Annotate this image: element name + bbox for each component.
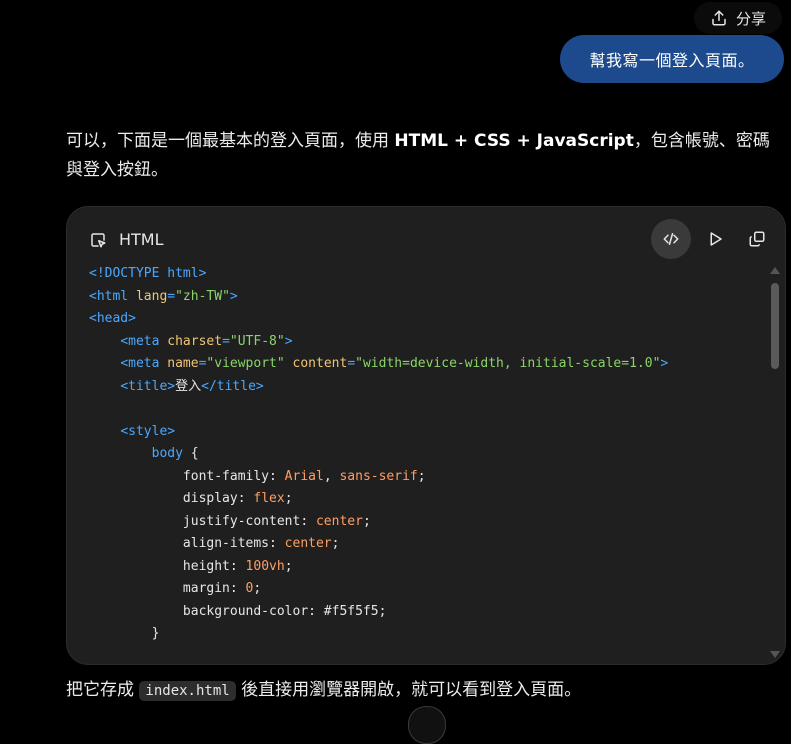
- code-token: background-color: #f5f5f5;: [89, 603, 387, 619]
- intro-text-bold: HTML + CSS + JavaScript: [394, 131, 634, 151]
- share-icon: [712, 10, 726, 26]
- code-token: >: [660, 356, 669, 371]
- share-button[interactable]: 分享: [694, 2, 782, 34]
- outro-text-start: 把它存成: [66, 680, 140, 700]
- code-token: margin:: [89, 581, 246, 596]
- code-token: <title>: [120, 378, 176, 394]
- code-token: =: [347, 356, 356, 371]
- user-message-text: 幫我寫一個登入頁面。: [589, 51, 755, 70]
- inline-code-filename: index.html: [139, 681, 236, 701]
- code-canvas-icon: [91, 233, 106, 248]
- code-token: ,: [323, 468, 340, 484]
- code-token: ;: [284, 558, 293, 574]
- code-token: 100vh: [245, 558, 285, 574]
- code-line: height: 100vh;: [89, 556, 757, 579]
- code-token: }: [89, 626, 160, 641]
- code-line: justify-content: center;: [89, 511, 757, 534]
- code-token: sans-serif: [339, 468, 418, 484]
- code-view-button[interactable]: [651, 219, 691, 259]
- copy-icon: [749, 231, 765, 247]
- code-token: "viewport": [206, 356, 285, 371]
- code-line: font-family: Arial, sans-serif;: [89, 466, 757, 489]
- code-language-label: HTML: [119, 230, 164, 249]
- code-token: Arial: [284, 468, 324, 484]
- code-token: font-family:: [89, 468, 285, 484]
- code-token: =: [222, 333, 230, 349]
- code-token: ;: [417, 468, 426, 484]
- code-line: }: [89, 623, 757, 646]
- code-token: charset: [167, 333, 223, 349]
- code-token: name: [167, 356, 199, 371]
- code-token: >: [229, 288, 238, 304]
- scroll-thumb[interactable]: [771, 283, 779, 369]
- code-line: <html lang="zh-TW">: [89, 286, 757, 309]
- code-block-header: HTML: [67, 217, 785, 261]
- assistant-outro-text: 把它存成 index.html 後直接用瀏覽器開啟，就可以看到登入頁面。: [66, 676, 781, 705]
- code-scrollbar[interactable]: [769, 267, 781, 658]
- scroll-to-bottom-button[interactable]: [408, 706, 446, 744]
- code-line: align-items: center;: [89, 533, 757, 556]
- code-line: margin: 0;: [89, 578, 757, 601]
- code-line: <head>: [89, 308, 757, 331]
- code-token: {: [182, 446, 199, 461]
- run-button[interactable]: [695, 219, 735, 259]
- code-token: align-items:: [89, 536, 285, 551]
- code-token: ;: [331, 536, 340, 551]
- code-token: ;: [362, 513, 371, 529]
- code-token: <meta: [120, 333, 168, 349]
- code-token: <html: [89, 288, 136, 304]
- code-token: body: [151, 446, 183, 461]
- code-token: "zh-TW": [175, 288, 230, 304]
- copy-button[interactable]: [737, 219, 777, 259]
- code-line: <title>登入</title>: [89, 376, 757, 399]
- code-token: >: [284, 333, 293, 349]
- code-token: lang: [135, 288, 168, 304]
- code-token: "width=device-width, initial-scale=1.0": [355, 356, 661, 371]
- code-token: "UTF-8": [229, 333, 285, 349]
- code-content[interactable]: <!DOCTYPE html> <html lang="zh-TW"> <head>…: [89, 263, 757, 664]
- code-token: =: [167, 288, 176, 304]
- code-line: display: flex;: [89, 488, 757, 511]
- code-token: center: [315, 513, 363, 529]
- code-token: ;: [284, 491, 293, 506]
- scroll-up-arrow-icon[interactable]: [770, 267, 780, 274]
- code-line: background-color: #f5f5f5;: [89, 601, 757, 624]
- code-token: height:: [89, 558, 246, 574]
- code-token: ;: [253, 581, 262, 596]
- code-line: <style>: [89, 421, 757, 444]
- code-token: </title>: [201, 378, 264, 394]
- code-token: flex: [253, 491, 285, 506]
- code-line: <!DOCTYPE html>: [89, 263, 757, 286]
- code-icon: [663, 233, 679, 245]
- code-token: justify-content:: [89, 513, 316, 529]
- code-line: <meta charset="UTF-8">: [89, 331, 757, 354]
- share-label: 分享: [735, 9, 766, 28]
- code-line: body {: [89, 443, 757, 466]
- scroll-down-arrow-icon[interactable]: [770, 651, 780, 658]
- code-token: content: [292, 356, 348, 371]
- code-token: <head>: [89, 311, 136, 326]
- code-line: <meta name="viewport" content="width=dev…: [89, 353, 757, 376]
- code-token: center: [284, 536, 332, 551]
- code-token: <meta: [120, 356, 168, 371]
- code-token: <style>: [120, 423, 176, 439]
- code-token: <!DOCTYPE html>: [89, 266, 207, 281]
- play-icon: [710, 232, 722, 246]
- code-token: display:: [89, 491, 254, 506]
- outro-text-end: 後直接用瀏覽器開啟，就可以看到登入頁面。: [235, 680, 582, 700]
- user-message-bubble: 幫我寫一個登入頁面。: [560, 35, 784, 83]
- code-block: HTML <!DOCTYPE html> <html lang="zh-TW"> <…: [66, 206, 786, 665]
- assistant-intro-text: 可以，下面是一個最基本的登入頁面，使用 HTML + CSS + JavaScr…: [66, 127, 781, 185]
- intro-text-start: 可以，下面是一個最基本的登入頁面，使用: [66, 131, 395, 151]
- code-token: 登入: [175, 378, 202, 394]
